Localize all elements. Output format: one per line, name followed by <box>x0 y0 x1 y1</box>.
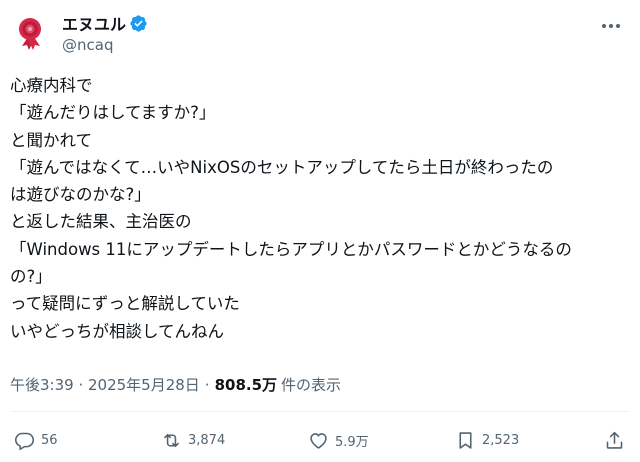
views-label: 件の表示 <box>281 376 342 394</box>
divider <box>10 411 630 412</box>
repost-icon <box>164 433 179 447</box>
tweet-line: と聞かれて <box>10 130 93 150</box>
avatar[interactable] <box>10 12 52 54</box>
tweet-line: と返した結果、主治医の <box>10 212 192 232</box>
meta-separator: · <box>204 375 210 394</box>
bookmark-count: 2,523 <box>482 432 520 448</box>
tweet-line: いやどっちが相談してんねん <box>10 321 225 341</box>
views-count[interactable]: 808.5万 <box>215 374 277 395</box>
tweet-header: エヌユル @ncaq <box>10 10 630 58</box>
tweet-line: は遊びなのかな?」 <box>10 185 151 205</box>
action-bar: 56 3,874 5.9万 2,523 <box>0 426 640 454</box>
like-count: 5.9万 <box>335 434 369 450</box>
repost-button[interactable]: 3,874 <box>161 426 225 454</box>
share-button[interactable] <box>604 426 625 454</box>
dot-icon <box>602 24 606 28</box>
tweet-line: 「遊んだりはしてますか?」 <box>10 103 216 123</box>
bookmark-icon <box>459 431 472 449</box>
timestamp-link[interactable]: 午後3:39 · 2025年5月28日 <box>10 374 200 395</box>
tweet-meta: 午後3:39 · 2025年5月28日 · 808.5万 件の表示 <box>10 374 341 395</box>
more-options-button[interactable] <box>598 16 624 36</box>
tweet-line: 心療内科で <box>10 76 93 95</box>
tweet-line: 「Windows 11にアップデートしたらアプリとかパスワードとかどうなるの <box>10 239 572 259</box>
bookmark-button[interactable]: 2,523 <box>455 426 519 454</box>
display-name[interactable]: エヌユル <box>62 11 126 35</box>
dot-icon <box>609 24 613 28</box>
verified-badge-icon[interactable] <box>129 14 148 33</box>
reply-icon <box>14 432 35 450</box>
tweet-line: 「遊んではなくて…いやNixOSのセットアップしてたら土日が終わったの <box>10 157 554 177</box>
tweet-text: 心療内科で 「遊んだりはしてますか?」 と聞かれて 「遊んではなくて…いやNix… <box>10 72 630 345</box>
tweet-line: って疑問にずっと解説していた <box>10 294 240 314</box>
reply-button[interactable]: 56 <box>14 426 58 454</box>
reply-count: 56 <box>41 432 58 448</box>
share-icon <box>606 431 623 449</box>
tweet-line: の?」 <box>10 267 52 287</box>
author-names: エヌユル @ncaq <box>62 12 148 54</box>
like-button[interactable]: 5.9万 <box>308 426 369 454</box>
handle[interactable]: @ncaq <box>62 36 148 54</box>
ribbon-avatar-icon <box>10 12 52 54</box>
heart-icon <box>310 432 327 449</box>
repost-count: 3,874 <box>188 432 226 448</box>
display-name-row: エヌユル <box>62 12 148 34</box>
dot-icon <box>616 24 620 28</box>
